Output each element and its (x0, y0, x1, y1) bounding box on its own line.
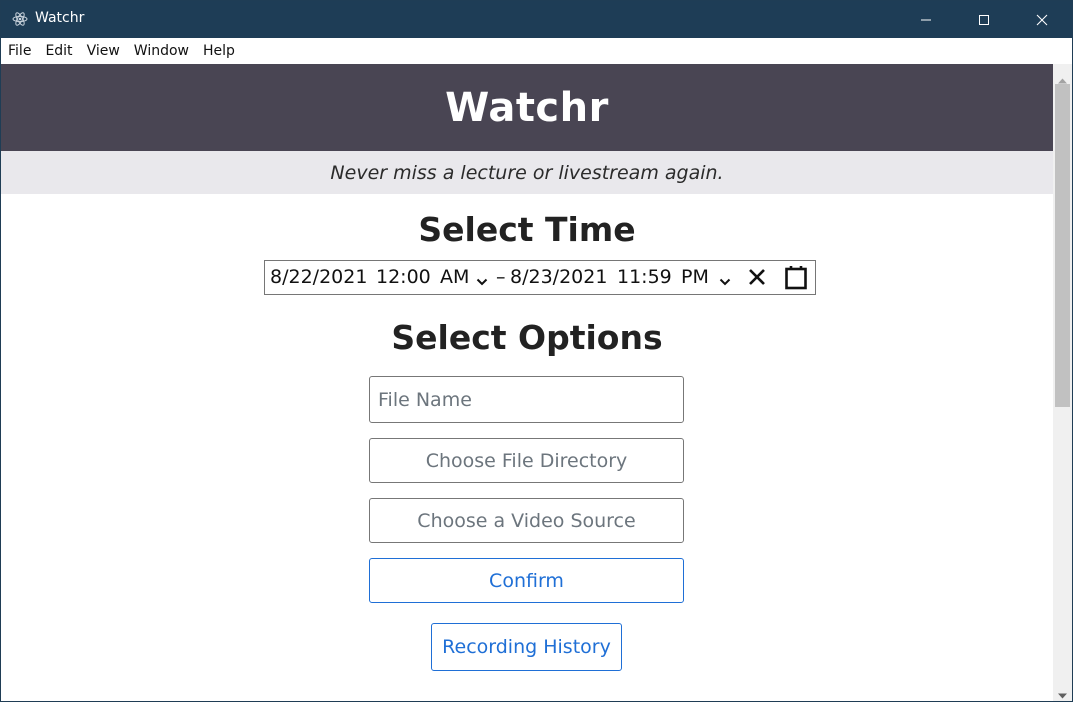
menu-window[interactable]: Window (134, 38, 189, 64)
end-time[interactable]: 11:59 (617, 266, 672, 288)
recording-history-label: Recording History (442, 636, 611, 658)
page-title: Watchr (445, 84, 609, 131)
file-name-input[interactable] (369, 376, 684, 423)
calendar-icon[interactable] (784, 265, 808, 296)
choose-directory-button[interactable]: Choose File Directory (369, 438, 684, 483)
scrollbar-thumb[interactable] (1055, 84, 1070, 407)
electron-atom-icon (12, 11, 28, 27)
date-range-picker[interactable]: 8/22/2021 12:00 AM – 8/23/2021 11:59 PM (264, 260, 816, 295)
confirm-label: Confirm (489, 569, 564, 592)
maximize-icon (978, 14, 990, 26)
main-content: Watchr Never miss a lecture or livestrea… (1, 64, 1053, 701)
start-date[interactable]: 8/22/2021 (270, 266, 367, 288)
app-window: Watchr File Edit View Window Help Watchr (0, 0, 1073, 702)
title-bar[interactable]: Watchr (1, 1, 1072, 38)
start-time[interactable]: 12:00 (376, 266, 431, 288)
start-ampm[interactable]: AM (440, 266, 469, 288)
minimize-button[interactable] (897, 1, 955, 38)
vertical-scrollbar[interactable] (1053, 64, 1072, 701)
chevron-down-icon[interactable] (476, 271, 488, 293)
choose-video-source-label: Choose a Video Source (417, 509, 636, 532)
end-date[interactable]: 8/23/2021 (510, 266, 607, 288)
clear-x-icon[interactable] (747, 267, 767, 292)
select-options-heading: Select Options (391, 318, 663, 357)
close-button[interactable] (1013, 1, 1071, 38)
maximize-button[interactable] (955, 1, 1013, 38)
minimize-icon (920, 14, 932, 26)
confirm-button[interactable]: Confirm (369, 558, 684, 603)
choose-video-source-button[interactable]: Choose a Video Source (369, 498, 684, 543)
tagline: Never miss a lecture or livestream again… (330, 161, 724, 184)
select-time-heading: Select Time (418, 210, 636, 249)
range-separator: – (496, 266, 506, 288)
app-header: Watchr (1, 64, 1053, 151)
menu-file[interactable]: File (8, 38, 31, 64)
recording-history-button[interactable]: Recording History (431, 623, 622, 671)
menu-help[interactable]: Help (203, 38, 235, 64)
menu-bar: File Edit View Window Help (1, 38, 1072, 64)
tagline-bar: Never miss a lecture or livestream again… (1, 151, 1053, 194)
end-ampm[interactable]: PM (681, 266, 709, 288)
close-icon (1036, 14, 1048, 26)
chevron-down-icon[interactable] (719, 271, 731, 293)
window-title: Watchr (35, 10, 85, 26)
menu-edit[interactable]: Edit (45, 38, 72, 64)
scroll-down-arrow-icon[interactable] (1057, 685, 1068, 702)
choose-directory-label: Choose File Directory (425, 449, 628, 472)
menu-view[interactable]: View (87, 38, 120, 64)
